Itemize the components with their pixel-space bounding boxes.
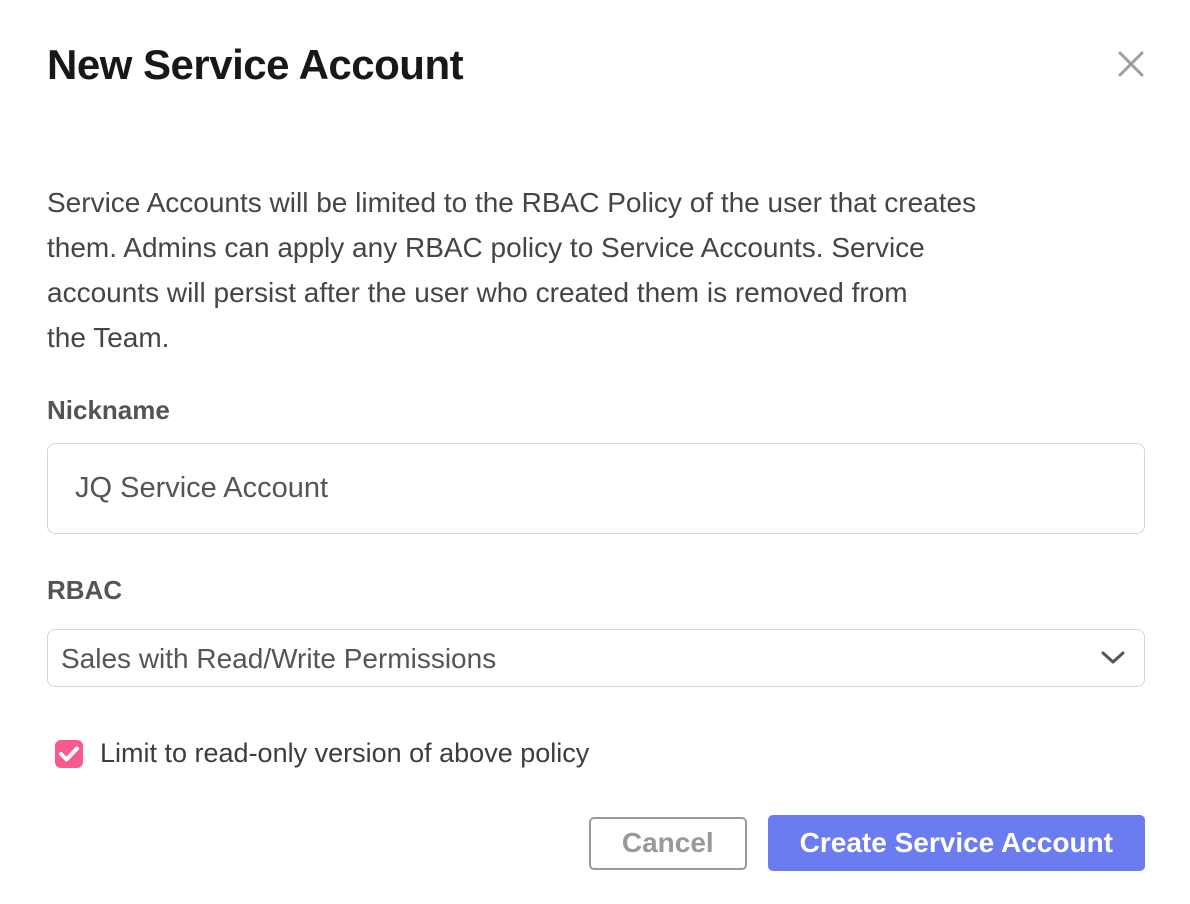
cancel-button[interactable]: Cancel [589, 817, 747, 870]
readonly-checkbox-label[interactable]: Limit to read-only version of above poli… [100, 738, 589, 769]
checkmark-icon [59, 746, 79, 762]
nickname-input[interactable] [47, 443, 1145, 534]
description-line: the Team. [47, 315, 1145, 360]
close-button[interactable] [1115, 48, 1147, 80]
close-icon [1117, 50, 1145, 78]
description-line: accounts will persist after the user who… [47, 270, 1145, 315]
description-text: Service Accounts will be limited to the … [47, 180, 1145, 360]
nickname-label: Nickname [47, 396, 1145, 424]
new-service-account-dialog: New Service Account Service Accounts wil… [0, 0, 1190, 904]
rbac-label: RBAC [47, 576, 1145, 604]
description-line: them. Admins can apply any RBAC policy t… [47, 225, 1145, 270]
rbac-select-wrap: Sales with Read/Write Permissions [47, 629, 1145, 687]
dialog-footer: Cancel Create Service Account [47, 815, 1145, 871]
readonly-checkbox-row: Limit to read-only version of above poli… [55, 738, 1145, 769]
create-service-account-button[interactable]: Create Service Account [768, 815, 1145, 871]
page-title: New Service Account [47, 42, 1145, 88]
description-line: Service Accounts will be limited to the … [47, 180, 1145, 225]
rbac-select[interactable]: Sales with Read/Write Permissions [47, 629, 1145, 687]
readonly-checkbox[interactable] [55, 740, 83, 768]
